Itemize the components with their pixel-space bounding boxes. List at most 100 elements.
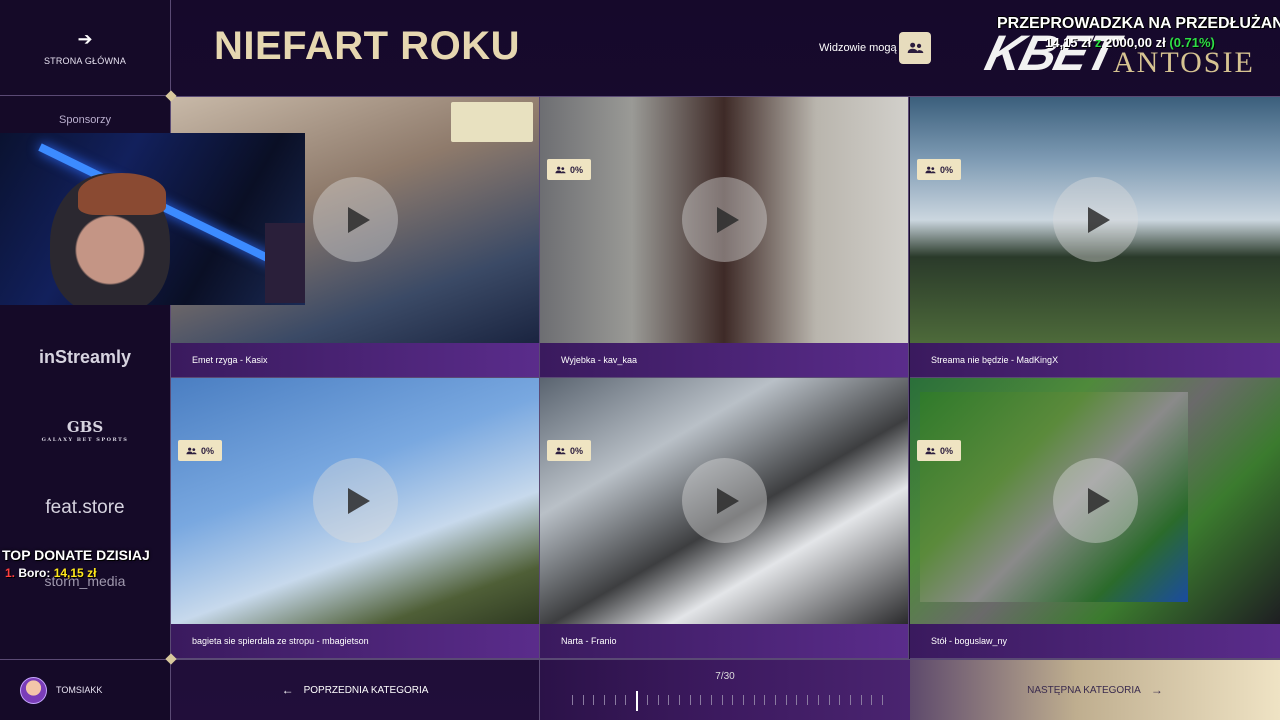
- pager-tick[interactable]: [807, 695, 808, 705]
- play-icon[interactable]: [682, 458, 767, 543]
- home-button[interactable]: ➔ STRONA GŁÓWNA: [0, 0, 170, 96]
- pager-tick[interactable]: [668, 695, 669, 705]
- clip-caption: Streama nie będzie - MadKingX: [910, 343, 1280, 377]
- pager-tick[interactable]: [818, 695, 819, 705]
- clip-caption: Narta - Franio: [540, 624, 908, 658]
- vote-percent: 0%: [940, 164, 954, 175]
- clip-tile[interactable]: 0% Wyjebka - kav_kaa: [540, 97, 909, 378]
- pager-tick[interactable]: [743, 695, 744, 705]
- pager-tick[interactable]: [882, 695, 883, 705]
- play-icon[interactable]: [1053, 177, 1138, 262]
- vote-percent: 0%: [940, 445, 954, 456]
- clip-caption: Stół - boguslaw_ny: [910, 624, 1280, 658]
- vote-percent: 0%: [201, 445, 215, 456]
- play-icon[interactable]: [313, 458, 398, 543]
- pager-tick[interactable]: [615, 695, 616, 705]
- pager-tick[interactable]: [829, 695, 830, 705]
- users-icon: [925, 166, 936, 173]
- pager-tick[interactable]: [732, 695, 733, 705]
- play-icon[interactable]: [682, 177, 767, 262]
- pager-tick[interactable]: [850, 695, 851, 705]
- arrow-left-icon: ←: [281, 683, 294, 697]
- webcam-feed: [0, 133, 305, 305]
- previous-category-label: POPRZEDNIA KATEGORIA: [303, 684, 429, 696]
- pager-tick[interactable]: [625, 695, 626, 705]
- arrow-left-icon: ➔: [77, 28, 93, 49]
- pager-tick-active[interactable]: [636, 691, 638, 711]
- top-donate-overlay: TOP DONATE DZISIAJ 1. Boro: 14,15 zł: [0, 547, 171, 580]
- goal-percent: (0.71%): [1169, 35, 1215, 50]
- category-pager: 7/30: [540, 659, 910, 720]
- top-donate-title: TOP DONATE DZISIAJ: [2, 547, 150, 563]
- user-profile[interactable]: TOMSIAKK: [0, 659, 170, 720]
- clip-tile[interactable]: 0% bagieta sie spierdala ze stropu - mba…: [171, 378, 540, 659]
- pager-tick[interactable]: [690, 695, 691, 705]
- sponsor-logo-instreamly[interactable]: inStreamly: [0, 347, 170, 368]
- pager-tick[interactable]: [722, 695, 723, 705]
- vote-badge: 0%: [178, 440, 223, 461]
- clip-tile[interactable]: 0% Stół - boguslaw_ny: [910, 378, 1280, 659]
- donation-goal-overlay: KBET ANTOSIE PRZEPROWADZKA NA PRZEDŁUŻAN…: [980, 10, 1280, 82]
- goal-progress: 14,15 zł z 2000,00 zł (0.71%): [1045, 35, 1215, 50]
- next-category-button[interactable]: NASTĘPNA KATEGORIA →: [910, 659, 1280, 720]
- pager-tick[interactable]: [679, 695, 680, 705]
- users-icon: [186, 447, 197, 454]
- users-icon: [555, 166, 566, 173]
- users-icon: [555, 447, 566, 454]
- clip-caption: bagieta sie spierdala ze stropu - mbagie…: [171, 624, 539, 658]
- vote-percent: 0%: [570, 164, 584, 175]
- pager-tick[interactable]: [775, 695, 776, 705]
- pager-tick[interactable]: [786, 695, 787, 705]
- clip-tile[interactable]: 0% Narta - Franio: [540, 378, 909, 659]
- sponsor-logo-gbs[interactable]: GBS GALAXY BET SPORTS: [0, 418, 170, 443]
- username: TOMSIAKK: [56, 685, 103, 695]
- gbs-logo-subtitle: GALAXY BET SPORTS: [41, 437, 129, 443]
- pager-tick[interactable]: [647, 695, 648, 705]
- viewers-can-label: Widzowie mogą: [819, 42, 897, 54]
- pager-tick[interactable]: [593, 695, 594, 705]
- page-title: NIEFART ROKU: [214, 24, 520, 68]
- home-label: STRONA GŁÓWNA: [43, 55, 127, 66]
- clip-grid: Emet rzyga - Kasix 0% Wyjebka - kav_kaa …: [171, 96, 1280, 659]
- pager-tick[interactable]: [796, 695, 797, 705]
- pager-tick[interactable]: [871, 695, 872, 705]
- vote-badge: 0%: [547, 440, 592, 461]
- previous-category-button[interactable]: ← POPRZEDNIA KATEGORIA: [171, 659, 540, 720]
- vote-badge: 0%: [547, 159, 592, 180]
- pager-ticks[interactable]: [572, 691, 883, 711]
- pager-tick[interactable]: [764, 695, 765, 705]
- vote-badge: 0%: [917, 440, 962, 461]
- sponsor-logo-featstore[interactable]: feat.store: [0, 497, 170, 519]
- users-icon: [907, 42, 923, 53]
- clip-tile[interactable]: 0% Streama nie będzie - MadKingX: [910, 97, 1280, 378]
- pager-tick[interactable]: [711, 695, 712, 705]
- pager-tick[interactable]: [572, 695, 573, 705]
- streamer-hair: [78, 173, 166, 215]
- pager-tick[interactable]: [604, 695, 605, 705]
- pager-tick[interactable]: [583, 695, 584, 705]
- pager-tick[interactable]: [861, 695, 862, 705]
- top-donate-user: Boro: [18, 566, 47, 580]
- vote-badge: 0%: [917, 159, 962, 180]
- arrow-right-icon: →: [1150, 683, 1163, 697]
- next-category-label: NASTĘPNA KATEGORIA: [1027, 684, 1141, 696]
- vote-percent: 0%: [570, 445, 584, 456]
- gbs-logo-text: GBS: [66, 418, 104, 436]
- sponsor-ad-image: [451, 102, 533, 142]
- play-icon[interactable]: [1053, 458, 1138, 543]
- play-icon[interactable]: [313, 177, 398, 262]
- goal-total: 2000,00 zł: [1105, 35, 1166, 50]
- users-icon: [925, 447, 936, 454]
- goal-separator: z: [1094, 35, 1102, 50]
- pager-tick[interactable]: [700, 695, 701, 705]
- goal-current: 14,15 zł: [1045, 35, 1092, 50]
- top-donate-row: 1. Boro: 14,15 zł: [5, 566, 97, 580]
- sponsors-title: Sponsorzy: [59, 114, 111, 126]
- pager-tick[interactable]: [754, 695, 755, 705]
- top-donate-rank: 1.: [5, 566, 16, 580]
- pager-tick[interactable]: [839, 695, 840, 705]
- pager-tick[interactable]: [658, 695, 659, 705]
- brand-logo-secondary: ANTOSIE: [1113, 46, 1255, 79]
- viewers-vote-button[interactable]: [899, 32, 931, 64]
- clip-caption: Emet rzyga - Kasix: [171, 343, 539, 377]
